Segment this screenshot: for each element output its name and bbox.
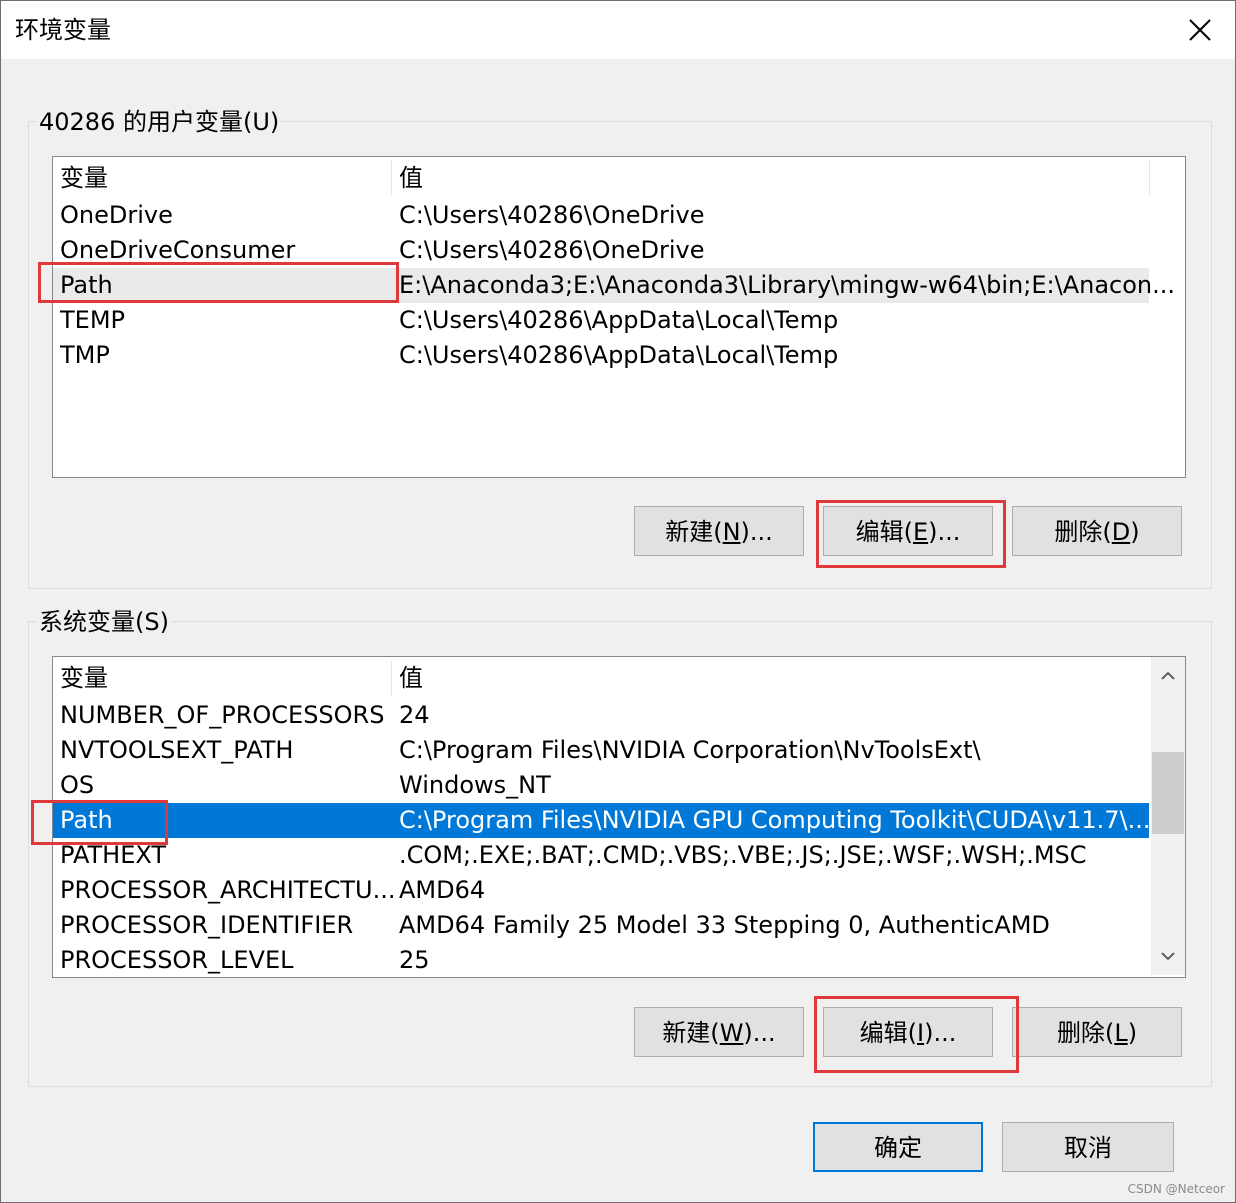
variable-value: C:\Program Files\NVIDIA GPU Computing To… (399, 806, 1151, 834)
chevron-up-icon (1161, 671, 1175, 680)
column-header-value[interactable]: 值 (399, 662, 423, 694)
vertical-scrollbar[interactable] (1151, 657, 1185, 975)
close-button[interactable] (1165, 1, 1235, 59)
variable-name: OneDriveConsumer (60, 236, 296, 264)
variable-name: PATHEXT (60, 841, 167, 869)
variable-name: Path (60, 806, 113, 834)
variable-value: .COM;.EXE;.BAT;.CMD;.VBS;.VBE;.JS;.JSE;.… (399, 841, 1087, 869)
system-variables-label: 系统变量(S) (37, 607, 171, 637)
table-row[interactable]: OneDrive C:\Users\40286\OneDrive (53, 198, 1149, 233)
column-header-variable[interactable]: 变量 (60, 662, 108, 694)
table-row[interactable]: PROCESSOR_IDENTIFIER AMD64 Family 25 Mod… (53, 908, 1149, 943)
variable-name: Path (60, 271, 113, 299)
close-icon (1189, 19, 1211, 41)
user-variables-label: 40286 的用户变量(U) (37, 107, 282, 137)
user-delete-button[interactable]: 删除(D) (1012, 506, 1182, 556)
column-header-value[interactable]: 值 (399, 162, 423, 194)
ok-button[interactable]: 确定 (813, 1122, 983, 1172)
column-header-variable[interactable]: 变量 (60, 162, 108, 194)
variable-name: PROCESSOR_IDENTIFIER (60, 911, 354, 939)
variable-name: PROCESSOR_ARCHITECTU... (60, 876, 396, 904)
variable-name: PROCESSOR_LEVEL (60, 946, 294, 974)
variable-value: C:\Users\40286\OneDrive (399, 201, 705, 229)
chevron-down-icon (1161, 952, 1175, 961)
table-row[interactable]: NUMBER_OF_PROCESSORS 24 (53, 698, 1149, 733)
variable-name: OneDrive (60, 201, 173, 229)
table-row[interactable]: NVTOOLSEXT_PATH C:\Program Files\NVIDIA … (53, 733, 1149, 768)
user-new-button[interactable]: 新建(N)... (634, 506, 804, 556)
list-header: 变量 值 (53, 657, 1149, 697)
window-title: 环境变量 (15, 16, 111, 44)
variable-value: C:\Users\40286\OneDrive (399, 236, 705, 264)
variable-value: AMD64 (399, 876, 486, 904)
variable-value: C:\Users\40286\AppData\Local\Temp (399, 306, 839, 334)
column-divider (1149, 161, 1150, 195)
user-edit-button[interactable]: 编辑(E)... (823, 506, 993, 556)
table-row-path[interactable]: Path E:\Anaconda3;E:\Anaconda3\Library\m… (53, 268, 1175, 303)
environment-variables-dialog: 环境变量 40286 的用户变量(U) 变量 值 OneDrive C:\Use… (0, 0, 1236, 1203)
table-row[interactable]: TMP C:\Users\40286\AppData\Local\Temp (53, 338, 1149, 373)
table-row[interactable]: OneDriveConsumer C:\Users\40286\OneDrive (53, 233, 1149, 268)
table-row[interactable]: OS Windows_NT (53, 768, 1149, 803)
table-row[interactable]: TEMP C:\Users\40286\AppData\Local\Temp (53, 303, 1149, 338)
cancel-button[interactable]: 取消 (1002, 1122, 1174, 1172)
scrollbar-thumb[interactable] (1152, 752, 1184, 834)
column-divider[interactable] (391, 661, 392, 695)
variable-value: AMD64 Family 25 Model 33 Stepping 0, Aut… (399, 911, 1050, 939)
scroll-up-button[interactable] (1151, 659, 1185, 693)
column-divider[interactable] (391, 161, 392, 195)
table-row-path-selected[interactable]: Path C:\Program Files\NVIDIA GPU Computi… (53, 803, 1151, 838)
variable-value: C:\Program Files\NVIDIA Corporation\NvTo… (399, 736, 981, 764)
variable-name: TEMP (60, 306, 126, 334)
list-header: 变量 值 (53, 157, 1150, 197)
watermark: CSDN @Netceor (1127, 1182, 1225, 1196)
variable-value: 24 (399, 701, 430, 729)
variable-value: 25 (399, 946, 430, 974)
variable-name: NUMBER_OF_PROCESSORS (60, 701, 385, 729)
system-edit-button[interactable]: 编辑(I)... (823, 1007, 993, 1057)
table-row[interactable]: PROCESSOR_ARCHITECTU... AMD64 (53, 873, 1149, 908)
variable-name: NVTOOLSEXT_PATH (60, 736, 294, 764)
variable-value: E:\Anaconda3;E:\Anaconda3\Library\mingw-… (399, 271, 1176, 299)
system-delete-button[interactable]: 删除(L) (1012, 1007, 1182, 1057)
system-variables-list[interactable]: 变量 值 NUMBER_OF_PROCESSORS 24 NVTOOLSEXT_… (52, 656, 1186, 978)
system-new-button[interactable]: 新建(W)... (634, 1007, 804, 1057)
variable-name: OS (60, 771, 95, 799)
table-row[interactable]: PROCESSOR_LEVEL 25 (53, 943, 1149, 977)
user-variables-list[interactable]: 变量 值 OneDrive C:\Users\40286\OneDrive On… (52, 156, 1186, 478)
title-bar: 环境变量 (1, 1, 1235, 59)
variable-value: Windows_NT (399, 771, 551, 799)
scroll-down-button[interactable] (1151, 939, 1185, 973)
variable-value: C:\Users\40286\AppData\Local\Temp (399, 341, 839, 369)
variable-name: TMP (60, 341, 110, 369)
table-row[interactable]: PATHEXT .COM;.EXE;.BAT;.CMD;.VBS;.VBE;.J… (53, 838, 1149, 873)
